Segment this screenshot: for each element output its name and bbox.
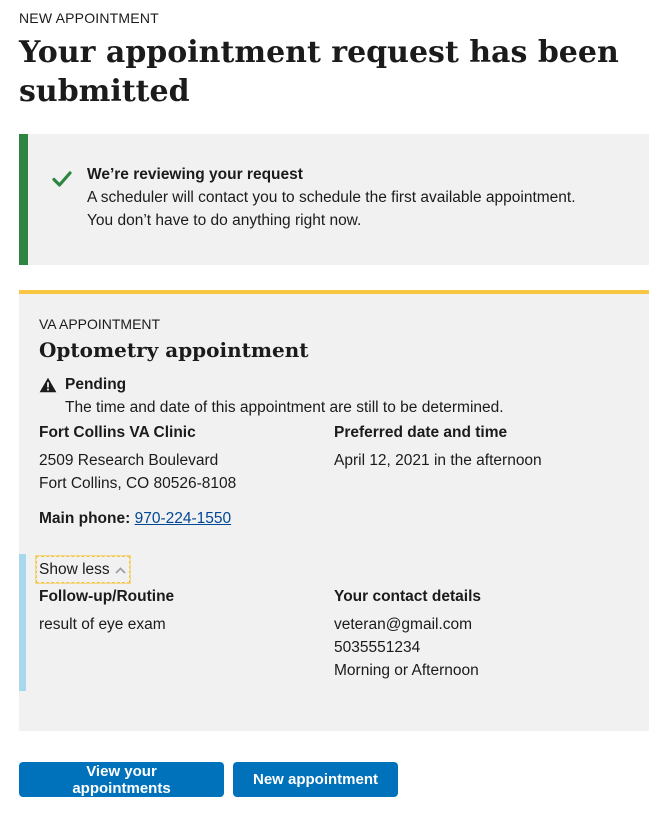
appointment-type-title: Optometry appointment: [39, 338, 309, 362]
alert-heading: We’re reviewing your request: [87, 166, 303, 183]
phone-link[interactable]: 970-224-1550: [135, 510, 232, 527]
check-icon: [52, 170, 72, 188]
view-appointments-button[interactable]: View your appointments: [19, 762, 224, 797]
new-appointment-button[interactable]: New appointment: [233, 762, 398, 797]
contact-phone: 5035551234: [334, 639, 421, 656]
reason-heading: Follow-up/Routine: [39, 588, 175, 605]
contact-block: Your contact details veteran@gmail.com 5…: [334, 586, 481, 682]
preferred-heading: Preferred date and time: [334, 424, 508, 441]
facility-block: Fort Collins VA Clinic 2509 Research Bou…: [39, 422, 236, 530]
warning-icon: [39, 377, 57, 393]
address-line: 2509 Research Boulevard: [39, 452, 219, 469]
appointment-card: VA Appointment Optometry appointment Pen…: [19, 290, 649, 731]
status-label: Pending: [65, 376, 127, 393]
reason-value: result of eye exam: [39, 616, 166, 633]
status-description: The time and date of this appointment ar…: [65, 399, 504, 416]
main-phone-label: Main phone:: [39, 510, 131, 527]
contact-time: Morning or Afternoon: [334, 662, 479, 679]
page: New Appointment Your appointment request…: [0, 0, 672, 797]
preferred-block: Preferred date and time April 12, 2021 i…: [334, 422, 542, 472]
success-alert: We’re reviewing your request A scheduler…: [19, 134, 649, 265]
main-phone: Main phone: 970-224-1550: [39, 508, 236, 530]
address-line: Fort Collins, CO 80526-8108: [39, 475, 237, 492]
alert-text: A scheduler will contact you to schedule…: [87, 189, 576, 206]
page-eyebrow: New Appointment: [19, 10, 159, 26]
page-title: Your appointment request has been submit…: [19, 35, 619, 109]
expanded-details-bar: [19, 554, 26, 691]
preferred-value: April 12, 2021 in the afternoon: [334, 452, 542, 469]
contact-heading: Your contact details: [334, 588, 481, 605]
show-less-label: Show less: [39, 560, 110, 578]
reason-block: Follow-up/Routine result of eye exam: [39, 586, 174, 636]
contact-email: veteran@gmail.com: [334, 616, 473, 633]
facility-name: Fort Collins VA Clinic: [39, 424, 196, 441]
chevron-up-icon: [115, 561, 126, 579]
show-less-button[interactable]: Show less: [35, 555, 131, 584]
action-buttons: View your appointments New appointment: [19, 762, 653, 797]
card-eyebrow: VA Appointment: [39, 316, 161, 332]
alert-text: You don’t have to do anything right now.: [87, 212, 362, 229]
